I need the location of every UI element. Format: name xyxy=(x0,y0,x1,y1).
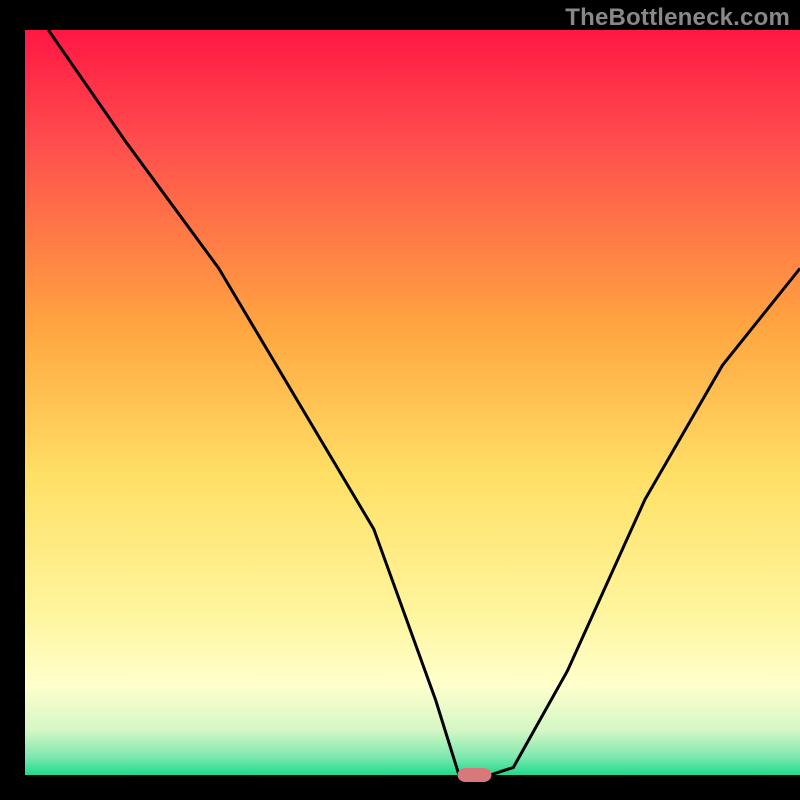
optimal-marker xyxy=(458,768,492,782)
gradient-background xyxy=(25,30,800,775)
bottleneck-chart xyxy=(0,0,800,800)
chart-container: TheBottleneck.com xyxy=(0,0,800,800)
watermark-label: TheBottleneck.com xyxy=(565,4,790,32)
